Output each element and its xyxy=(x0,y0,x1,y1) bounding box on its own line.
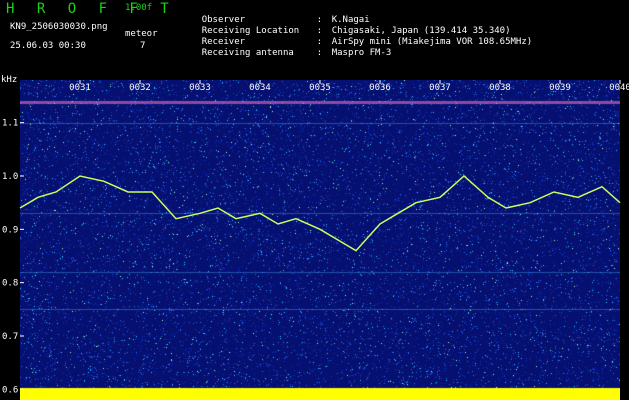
header: H R O F F T 1.00f KN9_2506030030.png met… xyxy=(0,0,629,78)
y-axis-label: kHz xyxy=(1,75,18,85)
y-tick-label: 0.9 xyxy=(2,225,18,235)
meta-value: Maspro FM-3 xyxy=(331,48,392,58)
meta-key: Receiving antenna xyxy=(201,48,294,58)
mode-label: meteor xyxy=(125,29,158,39)
spectrogram-heatmap xyxy=(20,80,620,400)
datetime-label: 25.06.03 00:30 xyxy=(10,41,86,51)
y-tick-label: 0.6 xyxy=(2,385,18,395)
y-tick-label: 0.8 xyxy=(2,279,18,289)
y-tick-label: 1.0 xyxy=(2,172,18,182)
y-tick-label: 0.7 xyxy=(2,332,18,342)
y-tick-label: 1.1 xyxy=(2,119,18,129)
version-label: 1.00f xyxy=(125,3,153,13)
meta-row-antenna: Receiving antenna: Maspro FM-3 xyxy=(201,48,392,58)
filename-label: KN9_2506030030.png xyxy=(10,22,108,32)
count-label: 7 xyxy=(140,41,146,51)
